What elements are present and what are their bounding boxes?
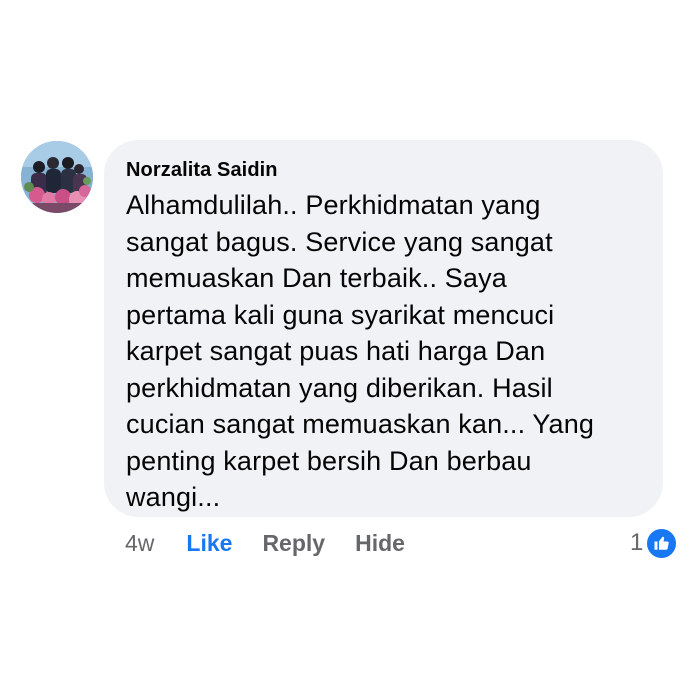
comment-text-line: karpet sangat puas hati harga Dan [126, 336, 546, 366]
hide-button[interactable]: Hide [355, 530, 405, 557]
comment-text-line: penting karpet bersih Dan berbau [126, 445, 532, 476]
comment-author[interactable]: Norzalita Saidin [126, 157, 639, 183]
comment-text-line: wangi... [126, 482, 221, 512]
comment-text-line: sangat bagus. Service yang sangat [126, 226, 553, 257]
reaction-count: 1 [630, 529, 644, 556]
comment-actions: 4w Like Reply Hide [125, 526, 405, 560]
comment-view: Norzalita Saidin Alhamdulilah.. Perkhidm… [0, 0, 700, 700]
avatar-photo [21, 141, 93, 213]
comment-bubble: Norzalita Saidin Alhamdulilah.. Perkhidm… [104, 140, 663, 517]
like-button[interactable]: Like [186, 530, 232, 557]
avatar[interactable] [21, 141, 93, 213]
comment-timestamp[interactable]: 4w [125, 530, 154, 557]
reply-button[interactable]: Reply [262, 530, 325, 557]
comment-text: Alhamdulilah.. Perkhidmatan yang sangat … [126, 187, 639, 516]
reaction-summary[interactable]: 1 [630, 526, 678, 560]
comment-text-line: cucian sangat memuaskan kan... Yang [126, 409, 595, 439]
thumbs-up-icon [646, 527, 678, 559]
comment-text-line: pertama kali guna syarikat mencuci [126, 299, 555, 330]
comment-text-line: Alhamdulilah.. Perkhidmatan yang [126, 190, 541, 220]
comment-text-line: perkhidmatan yang diberikan. Hasil [126, 372, 553, 403]
comment-text-line: memuaskan Dan terbaik.. Saya [126, 263, 507, 293]
